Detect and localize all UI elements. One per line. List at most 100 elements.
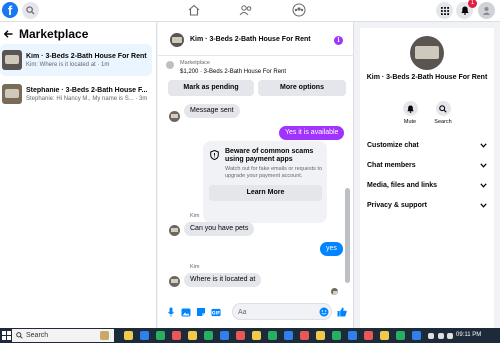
account-avatar[interactable] <box>478 2 495 19</box>
taskbar-app-icon[interactable] <box>284 331 293 340</box>
mute-label: Mute <box>403 119 417 125</box>
attach-photo-button[interactable] <box>181 307 191 317</box>
contact-avatar[interactable] <box>169 111 180 122</box>
facebook-logo-icon[interactable]: f <box>2 2 18 18</box>
message-composer: GIF Aa <box>158 300 354 326</box>
grid-menu-icon <box>440 6 449 15</box>
message-bubble-incoming: Message sent <box>184 104 240 118</box>
privacy-support-section[interactable]: Privacy & support <box>367 198 487 212</box>
chat-listing-thumbnail[interactable] <box>170 33 184 47</box>
section-label: Customize chat <box>367 141 419 149</box>
menu-button[interactable] <box>436 2 453 19</box>
taskbar-clock[interactable]: 09:11 PM <box>456 332 481 338</box>
chat-title[interactable]: Kim · 3-Beds 2-Bath House For Rent <box>190 36 311 43</box>
taskbar-app-icon[interactable] <box>348 331 357 340</box>
taskbar-app-icon[interactable] <box>268 331 277 340</box>
taskbar-app-icon[interactable] <box>396 331 405 340</box>
microphone-icon <box>168 307 174 317</box>
like-button[interactable] <box>337 307 347 317</box>
section-label: Privacy & support <box>367 201 427 209</box>
conversation-item[interactable]: Stephanie · 3-Beds 2-Bath House F... Ste… <box>0 78 152 110</box>
conversation-snippet: Kim: Where is it located at · 1m <box>26 61 110 68</box>
taskbar-app-icon[interactable] <box>412 331 421 340</box>
details-name: Kim · 3-Beds 2-Bath House For Rent <box>366 74 488 81</box>
wifi-icon[interactable] <box>438 333 444 339</box>
taskbar-search-label: Search <box>26 332 49 339</box>
message-bubble-outgoing: yes <box>320 242 343 256</box>
contact-avatar[interactable] <box>169 225 180 236</box>
taskbar-app-icon[interactable] <box>316 331 325 340</box>
chat-header: Kim · 3-Beds 2-Bath House For Rent i <box>158 22 354 56</box>
nav-home[interactable] <box>184 2 204 18</box>
warning-title: Beware of common scams using payment app… <box>225 148 314 163</box>
taskbar-app-icon[interactable] <box>188 331 197 340</box>
bell-icon <box>460 6 469 15</box>
info-icon[interactable]: i <box>334 36 343 45</box>
taskbar-app-icon[interactable] <box>204 331 213 340</box>
listing-thumbnail <box>2 84 22 104</box>
taskbar-app-icon[interactable] <box>220 331 229 340</box>
mark-pending-button[interactable]: Mark as pending <box>168 80 254 96</box>
top-navigation-bar: f 1 <box>0 0 500 22</box>
marketplace-label: Marketplace <box>180 60 210 66</box>
conversation-item[interactable]: Kim · 3-Beds 2-Bath House For Rent Kim: … <box>0 44 152 76</box>
search-icon <box>26 6 35 15</box>
taskbar-app-icon[interactable] <box>156 331 165 340</box>
message-bubble-incoming: Where is it located at <box>184 273 262 287</box>
taskbar-app-icon[interactable] <box>332 331 341 340</box>
nav-friends[interactable] <box>236 2 256 18</box>
listing-price: $1,200 · 3-Beds 2-Bath House For Rent <box>180 69 287 75</box>
windows-start-icon[interactable] <box>2 331 11 340</box>
taskbar-app-icon[interactable] <box>380 331 389 340</box>
media-files-links-section[interactable]: Media, files and links <box>367 178 487 192</box>
sender-name: Kim <box>190 213 200 219</box>
listing-avatar[interactable] <box>410 36 444 70</box>
windows-taskbar: Search 09:11 PM <box>0 328 500 343</box>
voice-clip-button[interactable] <box>166 307 176 317</box>
file-explorer-icon[interactable] <box>124 331 133 340</box>
emoji-button[interactable] <box>319 307 329 317</box>
bell-icon <box>406 105 414 113</box>
nav-groups[interactable] <box>289 2 309 18</box>
taskbar-app-icon[interactable] <box>300 331 309 340</box>
customize-chat-section[interactable]: Customize chat <box>367 138 487 152</box>
gif-button[interactable]: GIF <box>211 307 221 317</box>
sender-name: Kim <box>190 264 200 270</box>
friends-icon <box>239 5 252 16</box>
emoji-icon <box>319 307 329 317</box>
chevron-down-icon <box>480 182 487 188</box>
sticker-button[interactable] <box>196 307 206 317</box>
search-button[interactable] <box>22 2 39 19</box>
more-options-button[interactable]: More options <box>258 80 346 96</box>
mute-button[interactable]: Mute <box>395 101 425 125</box>
taskbar-app-icon[interactable] <box>172 331 181 340</box>
system-tray-icon[interactable] <box>428 333 434 339</box>
conversation-snippet: Stephanie: Hi Nancy M., My name is S... … <box>26 95 148 102</box>
sticker-icon <box>197 308 205 316</box>
taskbar-app-icon[interactable] <box>236 331 245 340</box>
thumbs-up-icon <box>337 307 347 317</box>
conversation-details-panel: Kim · 3-Beds 2-Bath House For Rent Mute … <box>360 28 494 328</box>
volume-icon[interactable] <box>447 333 453 339</box>
warning-body: Watch out for fake emails or requests to… <box>225 166 323 179</box>
scam-warning-card: Beware of common scams using payment app… <box>203 141 327 223</box>
back-arrow-icon[interactable] <box>4 30 13 38</box>
taskbar-app-icon[interactable] <box>140 331 149 340</box>
message-bubble-incoming: Can you have pets <box>184 222 255 236</box>
learn-more-button[interactable]: Learn More <box>209 185 322 201</box>
gif-icon: GIF <box>211 308 221 316</box>
conversation-name: Stephanie · 3-Beds 2-Bath House F... <box>26 86 148 94</box>
listing-card[interactable]: Marketplace $1,200 · 3-Beds 2-Bath House… <box>166 59 348 81</box>
profile-icon <box>482 7 491 15</box>
taskbar-app-icon[interactable] <box>252 331 261 340</box>
taskbar-weather-icon[interactable] <box>100 331 109 340</box>
contact-avatar[interactable] <box>169 276 180 287</box>
message-input[interactable]: Aa <box>232 303 332 320</box>
conversation-list-panel: Marketplace Kim · 3-Beds 2-Bath House Fo… <box>0 22 157 328</box>
chat-scrollbar[interactable] <box>345 188 350 283</box>
search-in-conversation-button[interactable]: Search <box>428 101 458 125</box>
taskbar-app-icon[interactable] <box>364 331 373 340</box>
message-bubble-outgoing: Yes it is available <box>279 126 345 140</box>
taskbar-search-box[interactable]: Search <box>12 329 114 342</box>
chat-members-section[interactable]: Chat members <box>367 158 487 172</box>
